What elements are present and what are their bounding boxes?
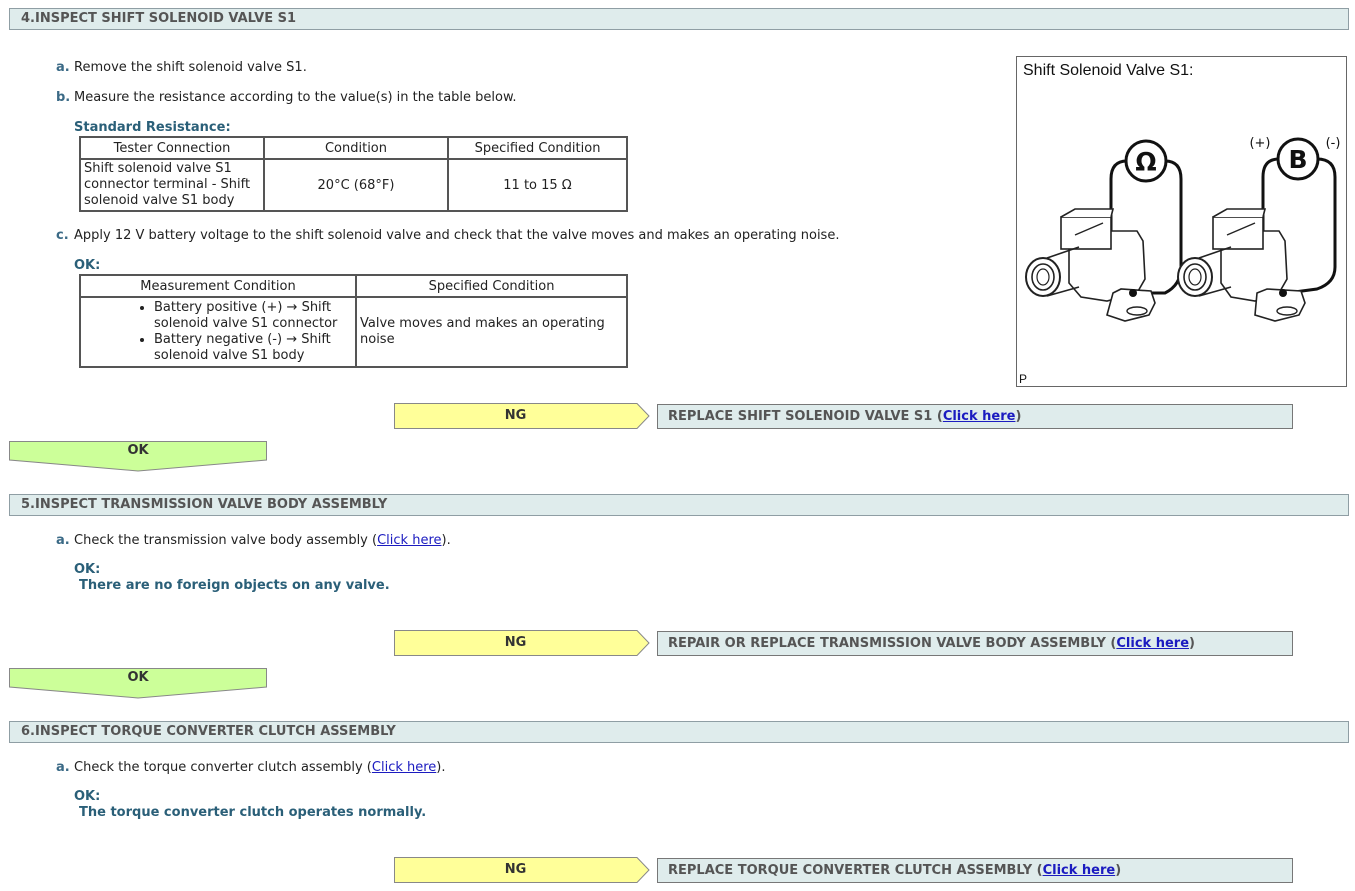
ng-label: NG — [504, 408, 527, 423]
ok-arrow: OK — [9, 668, 267, 700]
column-header: Tester Connection — [79, 136, 265, 160]
ng-arrow: NG — [394, 403, 650, 429]
ng-label: NG — [504, 635, 527, 650]
ok-arrow-label: OK — [127, 670, 149, 685]
click-here-link[interactable]: Click here — [377, 533, 441, 548]
step-4a: a. Remove the shift solenoid valve S1. — [56, 60, 307, 75]
ok-label: OK: — [74, 789, 101, 804]
battery-symbol: B — [1288, 145, 1307, 174]
ohm-symbol: Ω — [1135, 147, 1156, 176]
solenoid-illustration: Ω B (+) (-) — [1025, 136, 1341, 322]
solenoid-right — [1177, 208, 1306, 322]
standard-resistance-label: Standard Resistance: — [74, 120, 231, 135]
solenoid-left — [1025, 208, 1156, 322]
operation-table: Measurement Condition Specified Conditio… — [79, 274, 628, 368]
step-text: Apply 12 V battery voltage to the shift … — [74, 228, 840, 243]
column-header: Measurement Condition — [79, 274, 357, 298]
step-letter: c. — [56, 228, 69, 243]
result-close: ) — [1015, 409, 1022, 424]
ng-result-box: REPLACE TORQUE CONVERTER CLUTCH ASSEMBLY… — [657, 858, 1293, 883]
table-cell: Battery positive (+) → Shift solenoid va… — [79, 296, 357, 368]
section-5-header: 5.INSPECT TRANSMISSION VALVE BODY ASSEMB… — [9, 494, 1349, 516]
click-here-link[interactable]: Click here — [1116, 636, 1189, 651]
step-text-close: ). — [436, 760, 446, 775]
list-item: Battery positive (+) → Shift solenoid va… — [154, 300, 352, 332]
ok-arrow-label: OK — [127, 443, 149, 458]
step-6a: a. Check the torque converter clutch asse… — [56, 760, 446, 775]
table-row: Shift solenoid valve S1 connector termin… — [79, 158, 628, 212]
table-cell: 11 to 15 Ω — [447, 158, 628, 212]
click-here-link[interactable]: Click here — [1043, 863, 1116, 878]
minus-label: (-) — [1326, 136, 1341, 151]
column-header: Specified Condition — [447, 136, 628, 160]
step-letter: a. — [56, 60, 70, 75]
table-header-row: Measurement Condition Specified Conditio… — [79, 274, 628, 298]
column-header: Condition — [263, 136, 449, 160]
section-4-header: 4.INSPECT SHIFT SOLENOID VALVE S1 — [9, 8, 1349, 30]
result-close: ) — [1115, 863, 1122, 878]
result-text: REPAIR OR REPLACE TRANSMISSION VALVE BOD… — [668, 636, 1117, 651]
step-letter: b. — [56, 90, 71, 105]
resistance-table: Tester Connection Condition Specified Co… — [79, 136, 628, 212]
ok-label: OK: — [74, 258, 101, 273]
list-item: Battery negative (-) → Shift solenoid va… — [154, 332, 352, 364]
table-header-row: Tester Connection Condition Specified Co… — [79, 136, 628, 160]
column-header: Specified Condition — [355, 274, 628, 298]
step-letter: a. — [56, 760, 70, 775]
step-text: Check the torque converter clutch assemb… — [74, 760, 372, 775]
plus-label: (+) — [1249, 136, 1270, 151]
step-text: Remove the shift solenoid valve S1. — [74, 60, 307, 75]
ng-result-box: REPLACE SHIFT SOLENOID VALVE S1 (Click h… — [657, 404, 1293, 429]
result-close: ) — [1189, 636, 1195, 651]
step-5a: a. Check the transmission valve body asse… — [56, 533, 451, 548]
ng-arrow: NG — [394, 630, 650, 656]
ok-criteria-text: The torque converter clutch operates nor… — [79, 805, 427, 820]
ok-label: OK: — [74, 562, 101, 577]
ok-criteria-text: There are no foreign objects on any valv… — [79, 578, 390, 593]
result-text: REPLACE SHIFT SOLENOID VALVE S1 ( — [668, 409, 943, 424]
click-here-link[interactable]: Click here — [372, 760, 436, 775]
section-6-header: 6.INSPECT TORQUE CONVERTER CLUTCH ASSEMB… — [9, 721, 1349, 743]
table-cell: Shift solenoid valve S1 connector termin… — [79, 158, 265, 212]
click-here-link[interactable]: Click here — [943, 409, 1016, 424]
step-4c: c. Apply 12 V battery voltage to the shif… — [56, 228, 839, 243]
ok-arrow: OK — [9, 441, 267, 473]
table-cell: Valve moves and makes an operating noise — [355, 296, 628, 368]
table-cell: 20°C (68°F) — [263, 158, 449, 212]
ng-result-box: REPAIR OR REPLACE TRANSMISSION VALVE BOD… — [657, 631, 1293, 656]
step-text: Check the transmission valve body assemb… — [74, 533, 378, 548]
figure-corner-label: P — [1019, 372, 1028, 386]
result-text: REPLACE TORQUE CONVERTER CLUTCH ASSEMBLY… — [668, 863, 1043, 878]
step-letter: a. — [56, 533, 70, 548]
solenoid-figure: Shift Solenoid Valve S1: Ω B (+) (-) P — [1016, 56, 1347, 387]
ng-arrow: NG — [394, 857, 650, 883]
step-text-close: ). — [441, 533, 451, 548]
condition-list: Battery positive (+) → Shift solenoid va… — [84, 300, 352, 364]
ng-label: NG — [504, 862, 527, 877]
step-text: Measure the resistance according to the … — [74, 90, 517, 105]
table-row: Battery positive (+) → Shift solenoid va… — [79, 296, 628, 368]
step-4b: b. Measure the resistance according to th… — [56, 90, 517, 105]
